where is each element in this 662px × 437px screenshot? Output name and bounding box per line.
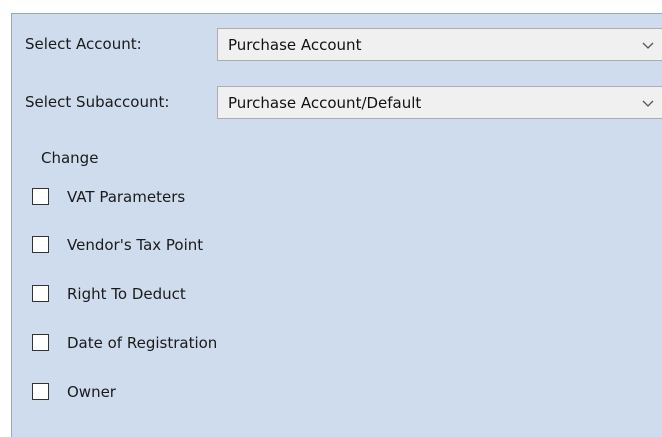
select-account-dropdown[interactable]: Purchase Account (217, 28, 662, 61)
chevron-down-icon (642, 42, 654, 49)
select-subaccount-dropdown[interactable]: Purchase Account/Default (217, 86, 662, 119)
owner-checkbox[interactable] (32, 383, 49, 400)
select-subaccount-label: Select Subaccount: (25, 93, 170, 111)
chevron-down-icon (642, 100, 654, 107)
change-section-title: Change (41, 149, 99, 167)
select-subaccount-value: Purchase Account/Default (228, 94, 422, 112)
select-account-label: Select Account: (25, 35, 142, 53)
right-to-deduct-checkbox[interactable] (32, 285, 49, 302)
date-of-registration-checkbox[interactable] (32, 334, 49, 351)
vat-parameters-checkbox[interactable] (32, 188, 49, 205)
change-options-panel: Select Account: Purchase Account Select … (11, 13, 662, 437)
vendors-tax-point-label[interactable]: Vendor's Tax Point (67, 235, 203, 255)
owner-label[interactable]: Owner (67, 382, 116, 402)
vat-parameters-label[interactable]: VAT Parameters (67, 187, 185, 207)
select-account-value: Purchase Account (228, 36, 362, 54)
date-of-registration-label[interactable]: Date of Registration (67, 333, 217, 353)
right-to-deduct-label[interactable]: Right To Deduct (67, 284, 186, 304)
vendors-tax-point-checkbox[interactable] (32, 236, 49, 253)
